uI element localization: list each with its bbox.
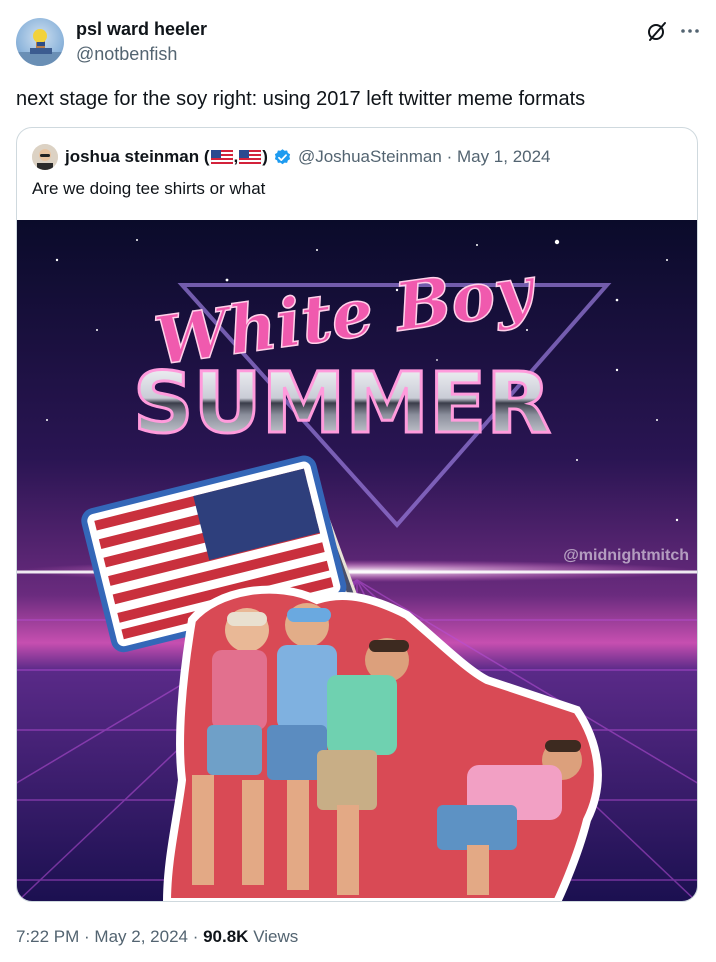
author-handle[interactable]: @notbenfish xyxy=(76,43,177,65)
us-flag-icon xyxy=(239,150,262,164)
tweet-text: next stage for the soy right: using 2017… xyxy=(16,88,586,110)
footer-dot: · xyxy=(187,927,204,946)
tweet-time[interactable]: 7:22 PM xyxy=(16,927,79,946)
quote-date[interactable]: May 1, 2024 xyxy=(457,147,551,167)
footer-dot: · xyxy=(79,927,95,946)
author-name[interactable]: psl ward heeler xyxy=(76,18,207,40)
tweet-date[interactable]: May 2, 2024 xyxy=(94,927,188,946)
quote-author-avatar xyxy=(32,144,58,170)
grok-slash-icon[interactable] xyxy=(646,20,668,42)
more-dots-icon[interactable] xyxy=(679,20,701,42)
views-label: Views xyxy=(253,927,299,946)
image-title-main: SUMMER xyxy=(133,354,551,452)
author-avatar[interactable] xyxy=(16,18,64,66)
quote-name-close: ) xyxy=(262,147,268,166)
tweet-footer: 7:22 PM · May 2, 2024 · 90.8K Views xyxy=(16,926,298,948)
quote-tweet-card[interactable]: joshua steinman ( , ) @JoshuaSteinman · … xyxy=(16,127,698,902)
us-flag-icon xyxy=(210,150,233,164)
quote-text: Are we doing tee shirts or what xyxy=(32,179,266,198)
quote-media-image[interactable]: White Boy SUMMER @midnightmitch xyxy=(17,220,697,902)
quote-dot-separator: · xyxy=(441,147,457,166)
quote-name-separator: , xyxy=(233,147,239,166)
image-watermark: @midnightmitch xyxy=(563,547,689,564)
quote-header: joshua steinman ( , ) @JoshuaSteinman · … xyxy=(65,145,551,169)
quote-author-name[interactable]: joshua steinman ( xyxy=(65,147,210,167)
quote-author-handle[interactable]: @JoshuaSteinman xyxy=(298,147,442,167)
verified-badge-icon xyxy=(274,148,291,164)
view-count[interactable]: 90.8K xyxy=(203,927,248,946)
